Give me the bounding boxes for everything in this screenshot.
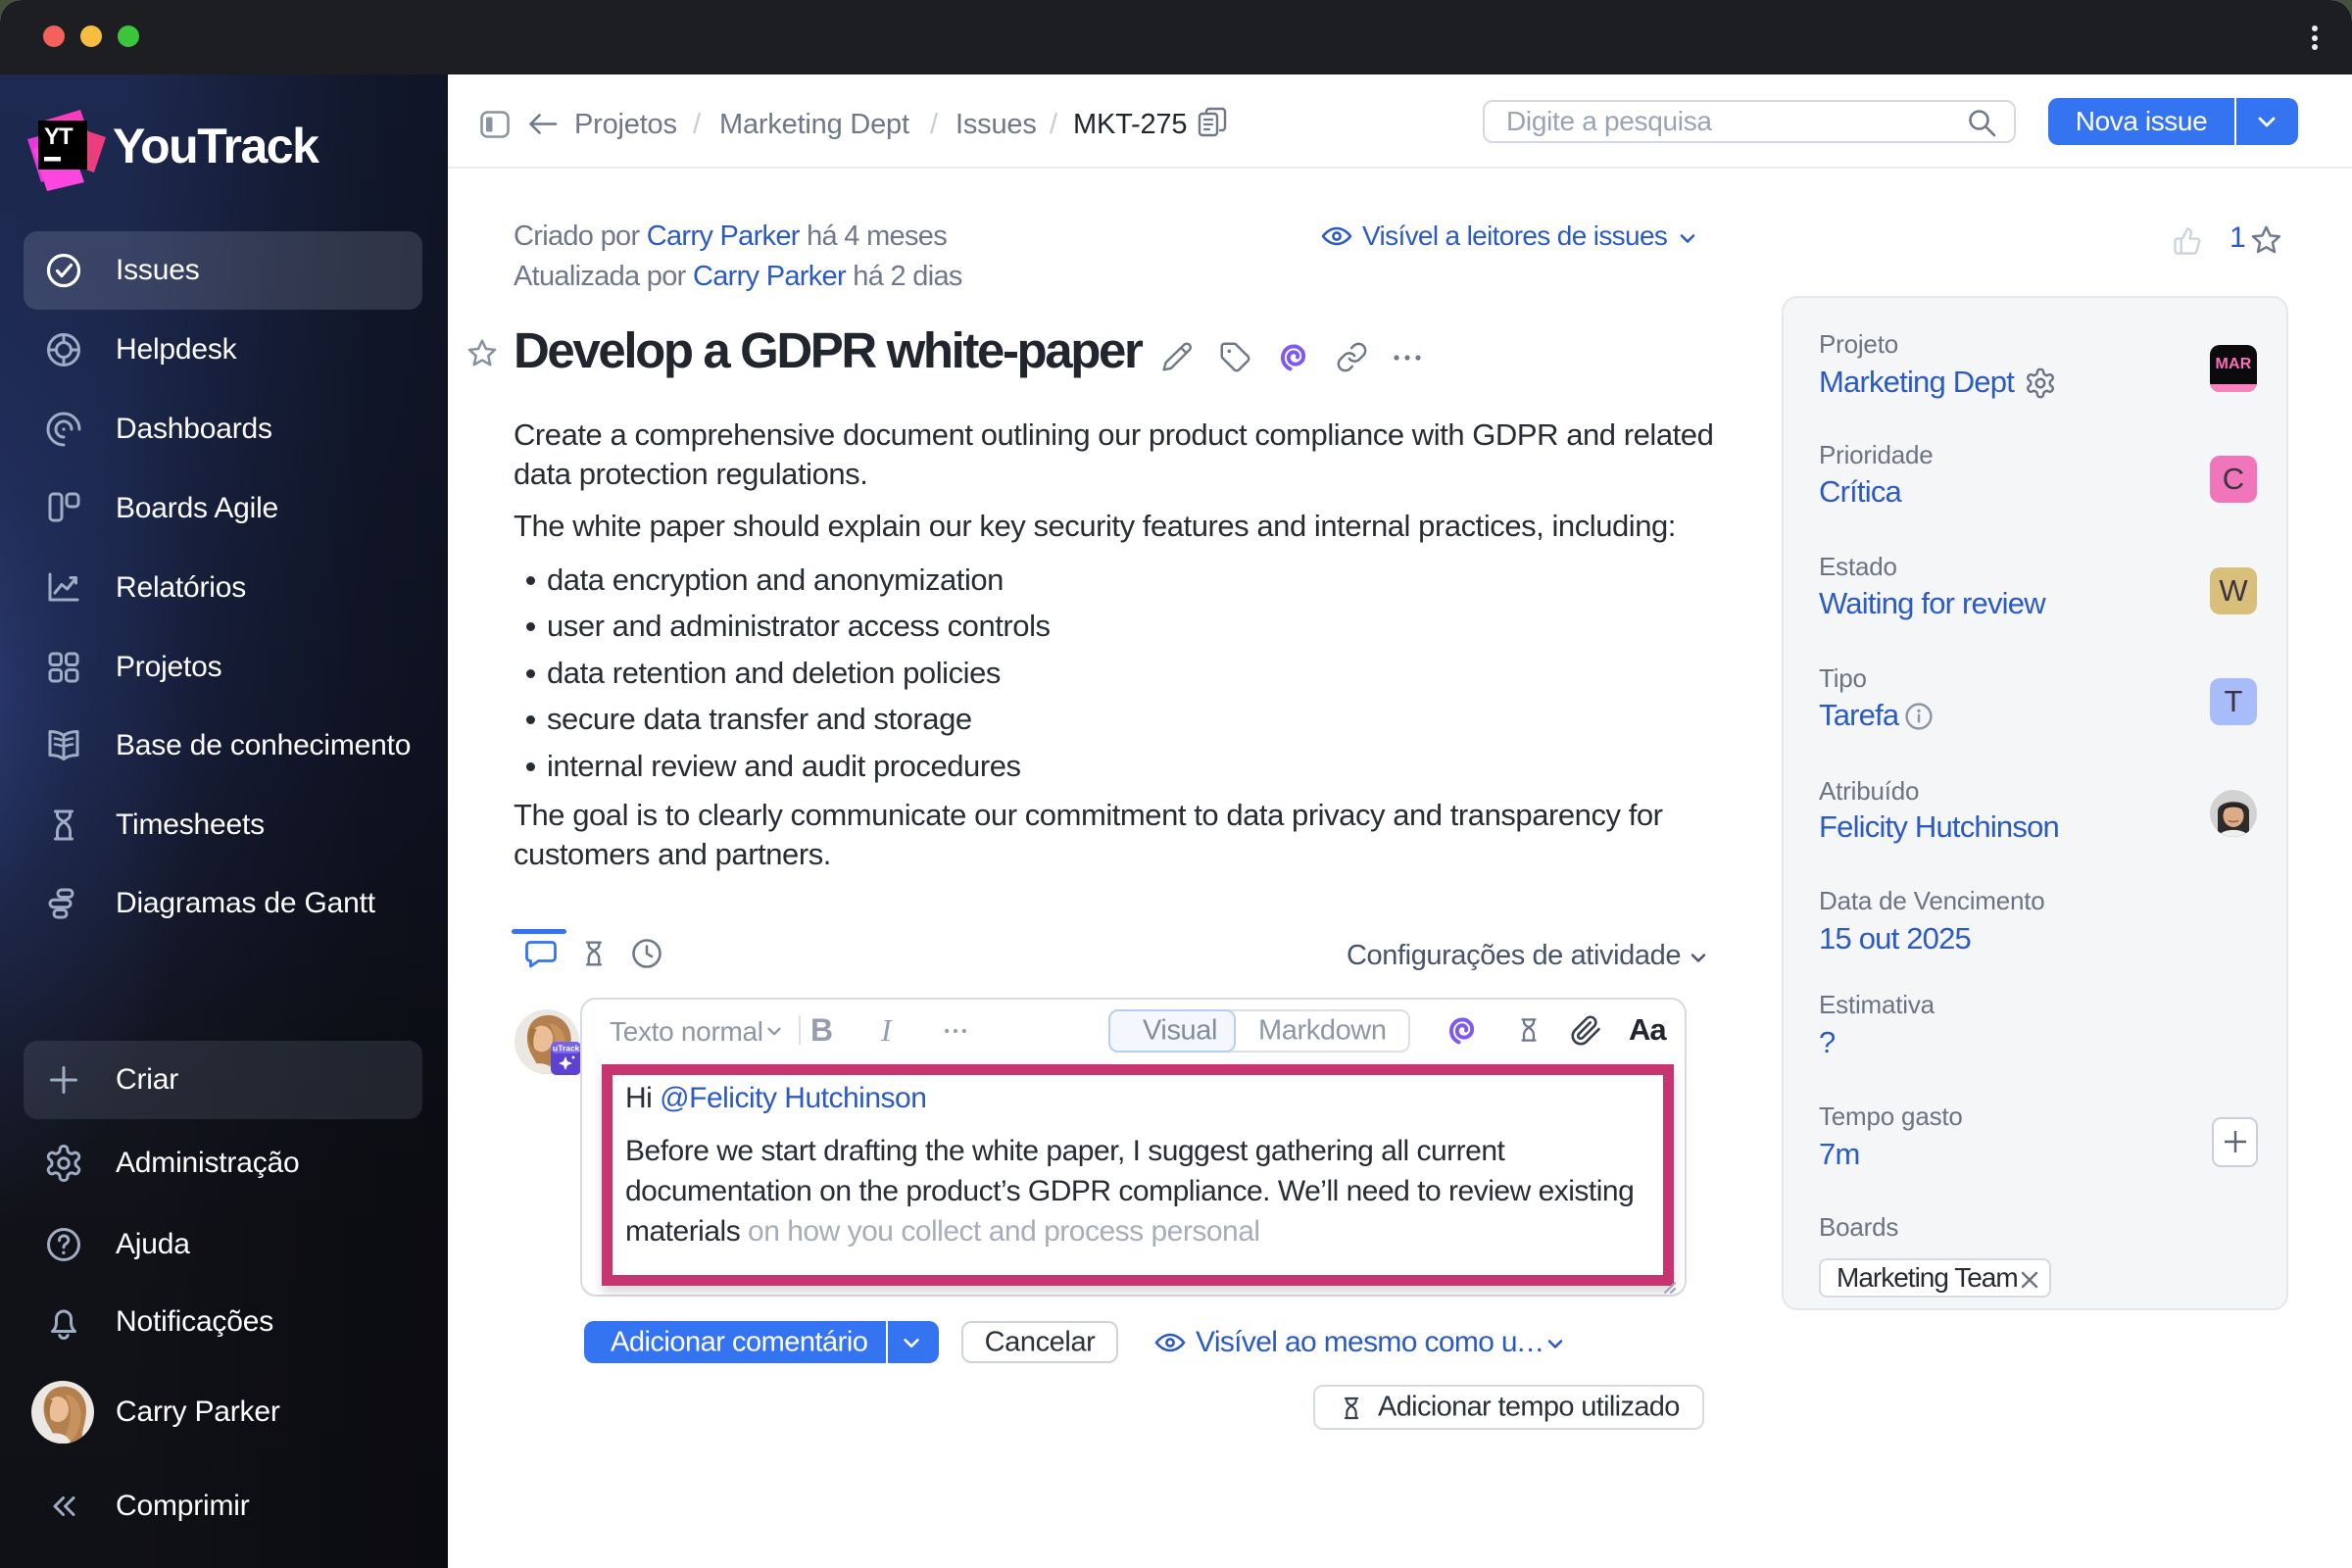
svg-text:YT: YT xyxy=(44,123,74,150)
svg-text:uTrack: uTrack xyxy=(553,1044,580,1054)
